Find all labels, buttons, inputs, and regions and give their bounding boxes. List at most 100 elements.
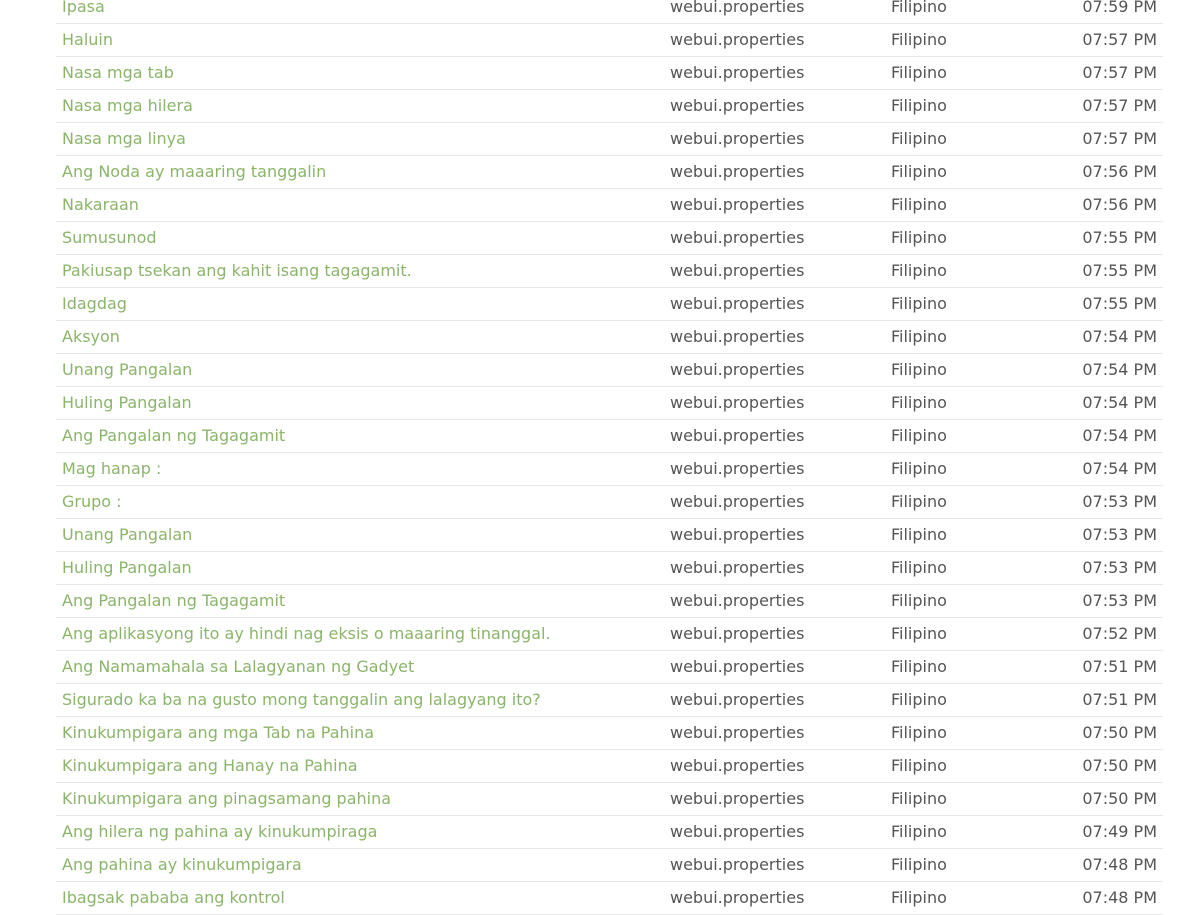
file-name: webui.properties	[670, 888, 805, 907]
translation-text-link[interactable]: Kinukumpigara ang pinagsamang pahina	[62, 783, 391, 815]
translation-text-link[interactable]: Haluin	[62, 24, 113, 56]
table-row: Nasa mga linya webui.properties Filipino 07…	[56, 123, 1163, 156]
language-name: Filipino	[891, 228, 947, 247]
translation-text-link[interactable]: Nasa mga linya	[62, 123, 186, 155]
translation-text-link[interactable]: Ang Noda ay maaaring tanggalin	[62, 156, 326, 188]
language-name: Filipino	[891, 294, 947, 313]
language-name: Filipino	[891, 360, 947, 379]
timestamp: 07:54 PM	[1082, 426, 1157, 445]
language-name: Filipino	[891, 789, 947, 808]
translation-text-link[interactable]: Ang hilera ng pahina ay kinukumpiraga	[62, 816, 377, 848]
timestamp: 07:53 PM	[1082, 558, 1157, 577]
language-name: Filipino	[891, 723, 947, 742]
timestamp: 07:57 PM	[1082, 96, 1157, 115]
file-name: webui.properties	[670, 294, 805, 313]
language-name: Filipino	[891, 591, 947, 610]
table-row: Ibagsak pababa ang kontrol webui.properti…	[56, 882, 1163, 915]
language-name: Filipino	[891, 525, 947, 544]
timestamp: 07:54 PM	[1082, 360, 1157, 379]
file-name: webui.properties	[670, 195, 805, 214]
timestamp: 07:53 PM	[1082, 525, 1157, 544]
table-row: Unang Pangalan webui.properties Filipino 07…	[56, 354, 1163, 387]
translation-text-link[interactable]: Aksyon	[62, 321, 120, 353]
translation-text-link[interactable]: Huling Pangalan	[62, 552, 192, 584]
translation-activity-table: Ipasa webui.properties Filipino 07:59 PM Hal…	[56, 0, 1163, 915]
timestamp: 07:50 PM	[1082, 756, 1157, 775]
file-name: webui.properties	[670, 690, 805, 709]
timestamp: 07:56 PM	[1082, 162, 1157, 181]
language-name: Filipino	[891, 30, 947, 49]
file-name: webui.properties	[670, 756, 805, 775]
file-name: webui.properties	[670, 657, 805, 676]
table-row: Sigurado ka ba na gusto mong tanggalin a…	[56, 684, 1163, 717]
table-row: Ang Namamahala sa Lalagyanan ng Gadyet we…	[56, 651, 1163, 684]
translation-text-link[interactable]: Ibagsak pababa ang kontrol	[62, 882, 285, 914]
file-name: webui.properties	[670, 129, 805, 148]
timestamp: 07:48 PM	[1082, 888, 1157, 907]
file-name: webui.properties	[670, 492, 805, 511]
table-row: Ang Noda ay maaaring tanggalin webui.prop…	[56, 156, 1163, 189]
table-row: Sumusunod webui.properties Filipino 07:55 P…	[56, 222, 1163, 255]
table-row: Ang aplikasyong ito ay hindi nag eksis o…	[56, 618, 1163, 651]
table-row: Haluin webui.properties Filipino 07:57 PM	[56, 24, 1163, 57]
translation-text-link[interactable]: Sigurado ka ba na gusto mong tanggalin a…	[62, 684, 541, 716]
language-name: Filipino	[891, 96, 947, 115]
file-name: webui.properties	[670, 162, 805, 181]
timestamp: 07:55 PM	[1082, 261, 1157, 280]
timestamp: 07:53 PM	[1082, 492, 1157, 511]
file-name: webui.properties	[670, 789, 805, 808]
timestamp: 07:54 PM	[1082, 327, 1157, 346]
language-name: Filipino	[891, 426, 947, 445]
table-row: Mag hanap : webui.properties Filipino 07:54…	[56, 453, 1163, 486]
translation-text-link[interactable]: Nasa mga hilera	[62, 90, 193, 122]
table-row: Aksyon webui.properties Filipino 07:54 PM	[56, 321, 1163, 354]
translation-text-link[interactable]: Ang Namamahala sa Lalagyanan ng Gadyet	[62, 651, 414, 683]
file-name: webui.properties	[670, 30, 805, 49]
language-name: Filipino	[891, 690, 947, 709]
table-row: Nakaraan webui.properties Filipino 07:56 PM	[56, 189, 1163, 222]
table-row: Kinukumpigara ang Hanay na Pahina webui.p…	[56, 750, 1163, 783]
translation-text-link[interactable]: Grupo :	[62, 486, 122, 518]
timestamp: 07:48 PM	[1082, 855, 1157, 874]
translation-text-link[interactable]: Nakaraan	[62, 189, 139, 221]
translation-text-link[interactable]: Ipasa	[62, 0, 105, 23]
table-row: Ang Pangalan ng Tagagamit webui.propertie…	[56, 585, 1163, 618]
timestamp: 07:54 PM	[1082, 459, 1157, 478]
translation-text-link[interactable]: Kinukumpigara ang mga Tab na Pahina	[62, 717, 374, 749]
language-name: Filipino	[891, 558, 947, 577]
translation-text-link[interactable]: Ang Pangalan ng Tagagamit	[62, 420, 285, 452]
table-row: Nasa mga tab webui.properties Filipino 07:5…	[56, 57, 1163, 90]
table-row: Huling Pangalan webui.properties Filipino 0…	[56, 552, 1163, 585]
timestamp: 07:57 PM	[1082, 63, 1157, 82]
translation-text-link[interactable]: Kinukumpigara ang Hanay na Pahina	[62, 750, 358, 782]
language-name: Filipino	[891, 327, 947, 346]
translation-text-link[interactable]: Huling Pangalan	[62, 387, 192, 419]
timestamp: 07:50 PM	[1082, 723, 1157, 742]
translation-text-link[interactable]: Unang Pangalan	[62, 519, 192, 551]
translation-text-link[interactable]: Pakiusap tsekan ang kahit isang tagagami…	[62, 255, 412, 287]
translation-text-link[interactable]: Ang Pangalan ng Tagagamit	[62, 585, 285, 617]
language-name: Filipino	[891, 855, 947, 874]
language-name: Filipino	[891, 393, 947, 412]
file-name: webui.properties	[670, 558, 805, 577]
timestamp: 07:56 PM	[1082, 195, 1157, 214]
file-name: webui.properties	[670, 459, 805, 478]
table-row: Ipasa webui.properties Filipino 07:59 PM	[56, 0, 1163, 24]
translation-text-link[interactable]: Mag hanap :	[62, 453, 161, 485]
file-name: webui.properties	[670, 327, 805, 346]
timestamp: 07:57 PM	[1082, 30, 1157, 49]
timestamp: 07:51 PM	[1082, 690, 1157, 709]
timestamp: 07:53 PM	[1082, 591, 1157, 610]
translation-text-link[interactable]: Ang pahina ay kinukumpigara	[62, 849, 302, 881]
translation-text-link[interactable]: Unang Pangalan	[62, 354, 192, 386]
timestamp: 07:50 PM	[1082, 789, 1157, 808]
language-name: Filipino	[891, 624, 947, 643]
timestamp: 07:55 PM	[1082, 228, 1157, 247]
language-name: Filipino	[891, 492, 947, 511]
table-row: Ang hilera ng pahina ay kinukumpiraga web…	[56, 816, 1163, 849]
timestamp: 07:49 PM	[1082, 822, 1157, 841]
translation-text-link[interactable]: Sumusunod	[62, 222, 157, 254]
translation-text-link[interactable]: Ang aplikasyong ito ay hindi nag eksis o…	[62, 618, 551, 650]
translation-text-link[interactable]: Nasa mga tab	[62, 57, 174, 89]
translation-text-link[interactable]: Idagdag	[62, 288, 127, 320]
